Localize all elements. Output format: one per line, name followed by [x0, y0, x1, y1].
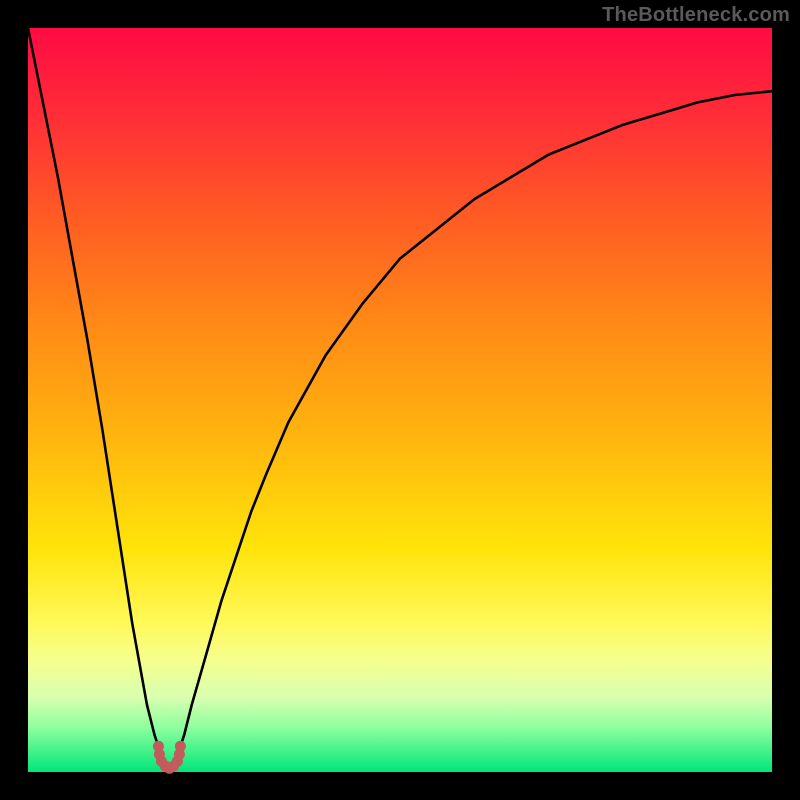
marker-dot: [175, 741, 186, 752]
curve-svg: [28, 28, 772, 772]
watermark-text: TheBottleneck.com: [602, 4, 790, 27]
bottleneck-curve: [28, 28, 772, 768]
chart-frame: TheBottleneck.com: [0, 0, 800, 800]
bottom-marker-cluster: [153, 741, 186, 774]
